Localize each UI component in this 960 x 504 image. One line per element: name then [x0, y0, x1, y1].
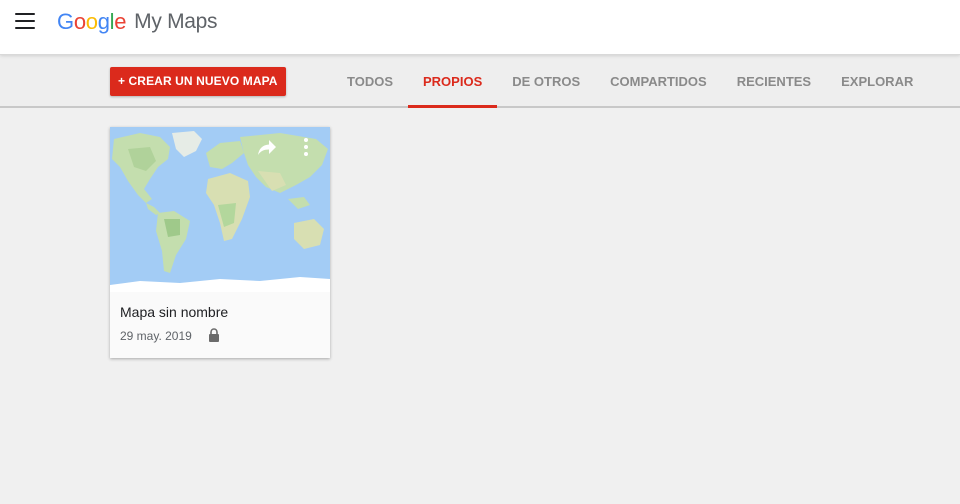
toolbar: + CREAR UN NUEVO MAPA TODOS PROPIOS DE O… [0, 55, 960, 108]
product-name: My Maps [134, 10, 218, 33]
world-map-thumbnail[interactable] [110, 127, 330, 292]
create-map-button[interactable]: + CREAR UN NUEVO MAPA [110, 67, 286, 96]
share-icon[interactable] [256, 137, 278, 157]
app-header: G o o g l e My Maps [0, 0, 960, 55]
map-title[interactable]: Mapa sin nombre [120, 304, 228, 320]
logo-letter: o [73, 9, 86, 34]
app-logo[interactable]: G o o g l e My Maps [57, 6, 218, 38]
tab-explorar[interactable]: EXPLORAR [826, 55, 928, 108]
tab-propios[interactable]: PROPIOS [408, 55, 498, 108]
tab-todos[interactable]: TODOS [332, 55, 408, 108]
logo-letter: g [97, 9, 110, 34]
tab-recientes[interactable]: RECIENTES [722, 55, 826, 108]
logo-letter: G [57, 9, 74, 34]
map-date: 29 may. 2019 [120, 329, 192, 343]
map-card[interactable]: Mapa sin nombre 29 may. 2019 [110, 127, 330, 358]
lock-icon [208, 328, 220, 343]
more-vert-icon[interactable] [300, 136, 312, 158]
filter-tabs: TODOS PROPIOS DE OTROS COMPARTIDOS RECIE… [332, 55, 928, 108]
tab-compartidos[interactable]: COMPARTIDOS [595, 55, 722, 108]
logo-letter: o [85, 9, 98, 34]
logo-letter: e [114, 9, 127, 34]
hamburger-menu-icon[interactable] [14, 11, 36, 31]
tab-de-otros[interactable]: DE OTROS [497, 55, 595, 108]
